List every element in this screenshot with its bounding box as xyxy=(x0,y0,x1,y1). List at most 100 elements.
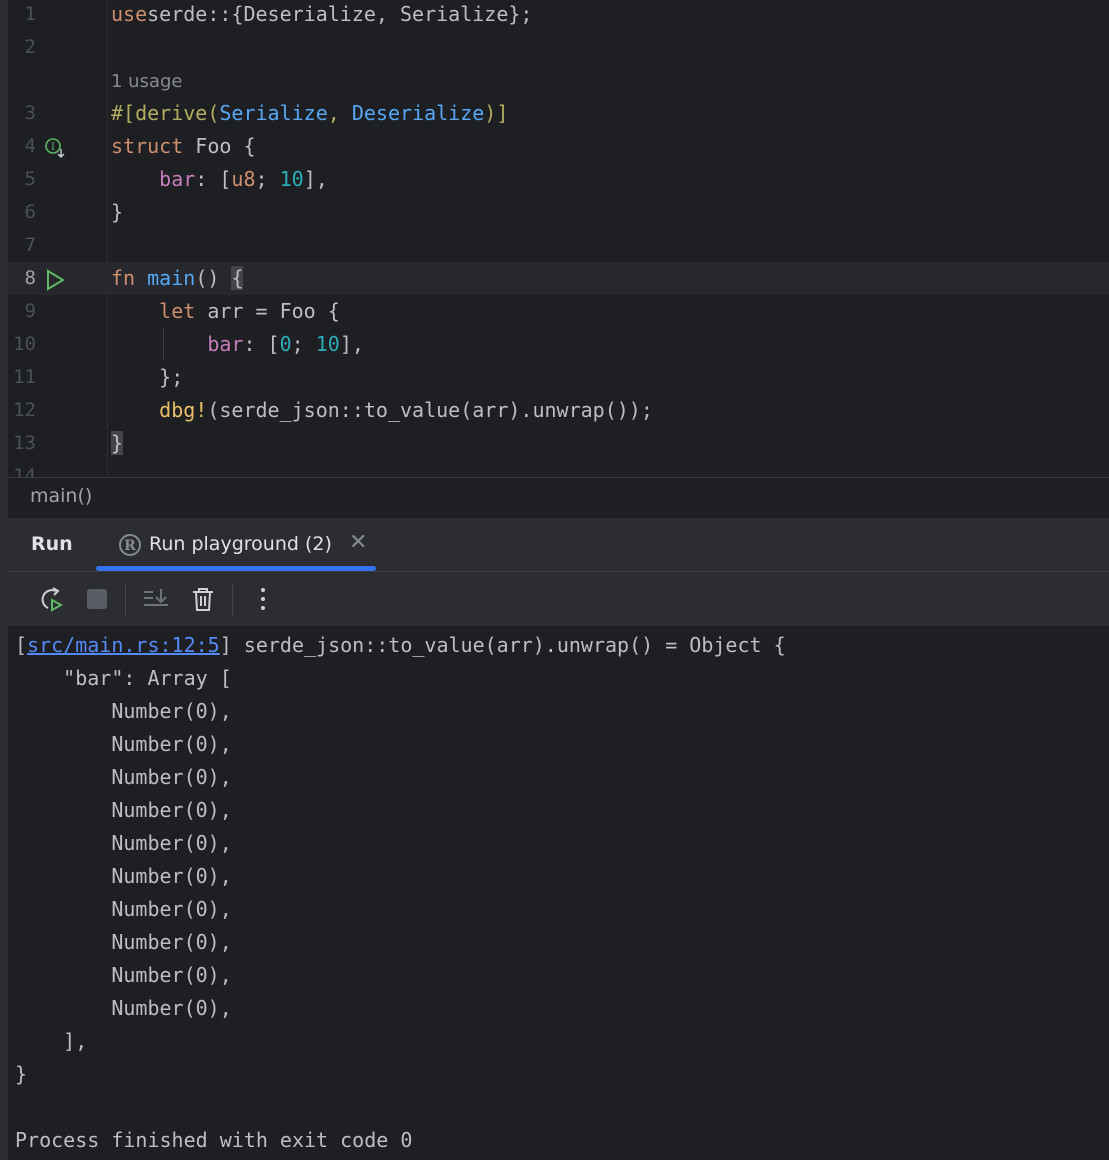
code-token: 10 xyxy=(279,167,304,191)
code-token: let xyxy=(159,299,196,323)
code-line[interactable]: 5 bar: [u8; 10], xyxy=(8,163,1109,196)
left-tool-strip xyxy=(0,0,8,1160)
more-icon[interactable] xyxy=(248,584,278,614)
code-token: 0 xyxy=(279,332,292,356)
run-tool-window-tabs: Run R Run playground (2) ✕ xyxy=(8,518,1109,572)
code-line[interactable]: 1 usage xyxy=(8,64,1109,97)
line-number: 10 xyxy=(13,333,36,355)
line-number: 9 xyxy=(24,300,36,322)
code-line[interactable]: 10 bar: [0; 10], xyxy=(8,328,1109,361)
source-link[interactable]: src/main.rs:12:5 xyxy=(27,633,220,657)
code-line[interactable]: 9 let arr = Foo { xyxy=(8,295,1109,328)
bracket: [ xyxy=(15,633,28,657)
tab-run-playground[interactable]: R Run playground (2) ✕ xyxy=(96,518,376,571)
code-token: dbg! xyxy=(159,398,208,422)
code-token: #[derive( xyxy=(111,101,220,125)
stop-icon[interactable] xyxy=(82,584,112,614)
code-token: struct xyxy=(111,134,184,158)
code-token: )] xyxy=(484,101,509,125)
clear-icon[interactable] xyxy=(188,584,218,614)
code-token: u8 xyxy=(231,167,256,191)
console-line: Number(0), xyxy=(15,831,232,855)
toolbar-separator xyxy=(125,584,126,616)
code-token: Serialize xyxy=(219,101,328,125)
code-line[interactable]: 7 xyxy=(8,229,1109,262)
code-token: { xyxy=(231,266,244,290)
code-token: : [ xyxy=(195,167,232,191)
console-line: Number(0), xyxy=(15,732,232,756)
code-token: (serde_json::to_value(arr).unwrap()); xyxy=(207,398,653,422)
line-number: 14 xyxy=(13,465,36,477)
code-token: serde::{Deserialize, Serialize}; xyxy=(147,2,533,26)
run-icon[interactable] xyxy=(44,268,66,291)
code-text: let arr = Foo { xyxy=(111,295,340,328)
console-line: Number(0), xyxy=(15,699,232,723)
code-line[interactable]: 3 #[derive(Serialize, Deserialize)] xyxy=(8,97,1109,130)
console-line: Number(0), xyxy=(15,930,232,954)
code-token: , xyxy=(327,101,352,125)
code-token: () xyxy=(195,266,232,290)
line-number: 4 xyxy=(24,135,36,157)
code-token: ; xyxy=(255,167,280,191)
code-line[interactable]: 13} xyxy=(8,427,1109,460)
console-line: "bar": Array [ xyxy=(15,666,232,690)
console-line: Number(0), xyxy=(15,897,232,921)
console-line: Process finished with exit code 0 xyxy=(15,1128,413,1152)
code-line[interactable]: 4 Istruct Foo { xyxy=(8,130,1109,163)
code-token: ], xyxy=(339,332,364,356)
rust-icon: R xyxy=(119,534,141,556)
code-text: bar: [u8; 10], xyxy=(111,163,328,196)
code-text: bar: [0; 10], xyxy=(111,328,364,361)
code-text: fn main() { xyxy=(111,262,244,295)
line-number: 2 xyxy=(24,36,36,58)
code-token: Deserialize xyxy=(351,101,485,125)
code-line[interactable]: 11 }; xyxy=(8,361,1109,394)
code-line[interactable]: 1 useserde::{Deserialize, Serialize}; xyxy=(8,0,1109,31)
rerun-icon[interactable] xyxy=(36,584,66,614)
code-token: 10 xyxy=(315,332,340,356)
code-token: Foo { xyxy=(183,134,256,158)
run-panel-title: Run xyxy=(31,533,73,555)
breadcrumb[interactable]: main() xyxy=(8,477,1109,518)
console-line: Number(0), xyxy=(15,765,232,789)
code-line[interactable]: 6} xyxy=(8,196,1109,229)
usage-hint[interactable]: 1 usage xyxy=(111,71,183,92)
console-output[interactable]: [src/main.rs:12:5] serde_json::to_value(… xyxy=(8,627,1109,1160)
svg-text:I: I xyxy=(51,142,55,153)
code-line[interactable]: 14 xyxy=(8,460,1109,477)
line-number: 5 xyxy=(24,168,36,190)
line-number: 13 xyxy=(13,432,36,454)
code-token: bar xyxy=(207,332,244,356)
code-line[interactable]: 8 fn main() { xyxy=(8,262,1109,295)
line-number: 12 xyxy=(13,399,36,421)
scroll-to-end-icon[interactable] xyxy=(141,584,171,614)
breadcrumb-item[interactable]: main() xyxy=(30,485,92,507)
code-token: } xyxy=(111,200,124,224)
run-toolbar xyxy=(8,572,1109,626)
implemented-icon[interactable]: I xyxy=(44,136,66,158)
code-text: struct Foo { xyxy=(111,130,256,163)
close-icon[interactable]: ✕ xyxy=(349,530,367,555)
toolbar-separator xyxy=(232,584,233,616)
code-token: use xyxy=(111,2,148,26)
console-line: } xyxy=(15,1062,28,1086)
console-line: Number(0), xyxy=(15,996,232,1020)
code-token: }; xyxy=(111,365,184,389)
code-text: useserde::{Deserialize, Serialize}; xyxy=(111,0,532,31)
code-token: ; xyxy=(291,332,316,356)
console-line: ], xyxy=(15,1029,88,1053)
code-text: } xyxy=(111,196,123,229)
code-line[interactable]: 2 xyxy=(8,31,1109,64)
console-line: [src/main.rs:12:5] serde_json::to_value(… xyxy=(15,629,786,662)
code-token: ], xyxy=(303,167,328,191)
line-number: 8 xyxy=(24,267,36,289)
code-token: : [ xyxy=(243,332,280,356)
line-number: 7 xyxy=(24,234,36,256)
code-token: bar xyxy=(159,167,196,191)
line-number: 6 xyxy=(24,201,36,223)
code-token: fn xyxy=(111,266,136,290)
code-editor[interactable]: 1 useserde::{Deserialize, Serialize};21 u… xyxy=(8,0,1109,477)
code-line[interactable]: 12 dbg!(serde_json::to_value(arr).unwrap… xyxy=(8,394,1109,427)
